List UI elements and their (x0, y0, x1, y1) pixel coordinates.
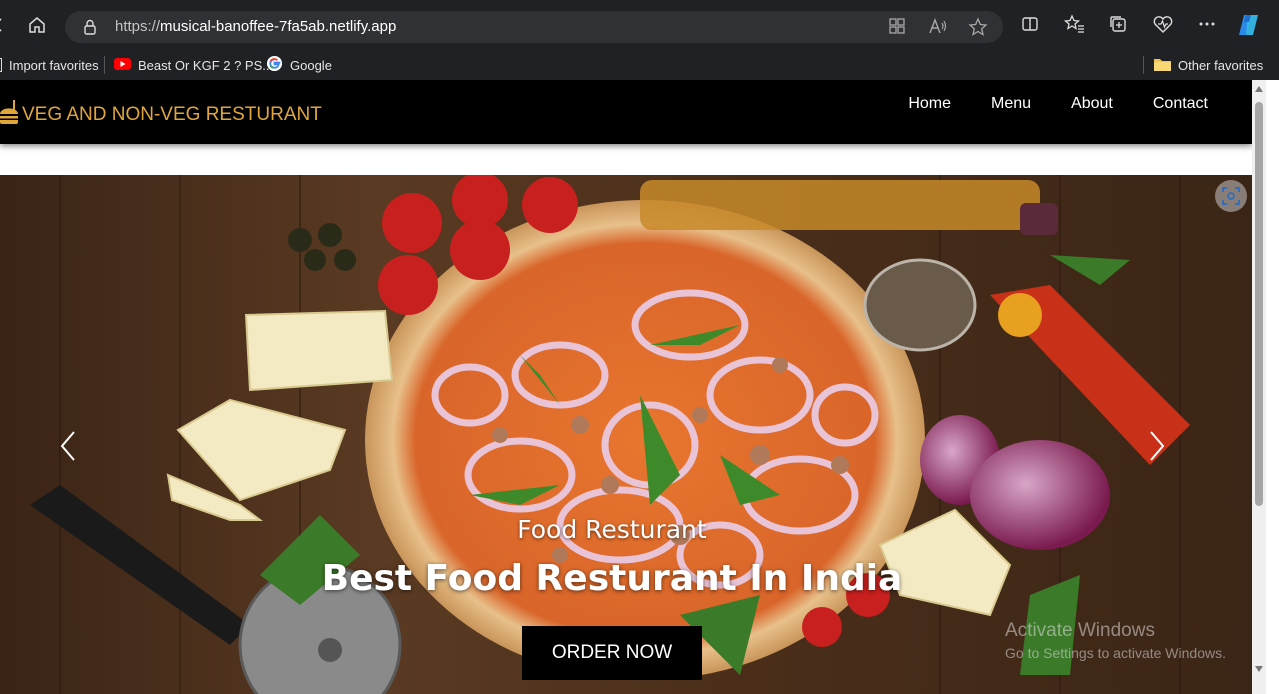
watermark-line1: Activate Windows (1005, 620, 1155, 641)
nav-home[interactable]: Home (908, 95, 951, 113)
browser-essentials-icon[interactable] (1152, 14, 1174, 36)
url-text[interactable]: https://musical-banoffee-7fa5ab.netlify.… (115, 18, 396, 35)
favorites-icon[interactable] (1063, 14, 1086, 36)
burger-food-icon (0, 100, 20, 130)
copilot-icon[interactable] (1236, 12, 1262, 38)
hero-subtitle: Food Resturant (517, 515, 707, 544)
url-prefix: https:// (115, 18, 161, 35)
split-screen-icon[interactable] (1020, 14, 1042, 36)
favorites-divider (1143, 56, 1144, 74)
favorites-bar: Import favorites Beast Or KGF 2 ? PS... … (0, 50, 1279, 80)
home-icon[interactable] (24, 12, 50, 38)
order-now-button[interactable]: ORDER NOW (522, 626, 702, 680)
google-icon (266, 55, 283, 75)
favorite-youtube[interactable]: Beast Or KGF 2 ? PS... (114, 55, 273, 75)
main-menu: Home Menu About Contact (908, 95, 1208, 113)
site-brand[interactable]: VEG AND NON-VEG RESTURANT (0, 100, 322, 130)
carousel-next-icon[interactable] (1143, 428, 1169, 464)
scroll-up-icon[interactable] (1255, 86, 1263, 92)
scroll-thumb[interactable] (1255, 102, 1263, 506)
web-page: VEG AND NON-VEG RESTURANT Home Menu Abou… (0, 80, 1252, 694)
hero-title: Best Food Resturant In India (321, 558, 903, 599)
watermark-line2: Go to Settings to activate Windows. (1005, 645, 1226, 661)
back-icon[interactable] (0, 12, 12, 38)
other-favorites-label: Other favorites (1178, 57, 1264, 73)
address-bar[interactable]: https://musical-banoffee-7fa5ab.netlify.… (65, 11, 1003, 43)
scroll-down-icon[interactable] (1255, 666, 1263, 672)
hero-food-image (0, 175, 1252, 694)
window-edge (1266, 80, 1279, 694)
carousel-prev-icon[interactable] (56, 428, 82, 464)
site-navbar: VEG AND NON-VEG RESTURANT Home Menu Abou… (0, 80, 1252, 144)
browser-toolbar: https://musical-banoffee-7fa5ab.netlify.… (0, 0, 1279, 50)
visual-search-icon[interactable] (1215, 180, 1247, 212)
app-available-icon[interactable] (888, 17, 908, 37)
nav-about[interactable]: About (1071, 95, 1113, 113)
read-aloud-icon[interactable] (928, 17, 948, 37)
brand-text: VEG AND NON-VEG RESTURANT (22, 104, 322, 125)
hero-carousel: Food Resturant Best Food Resturant In In… (0, 175, 1252, 694)
nav-contact[interactable]: Contact (1153, 95, 1208, 113)
favorite-label: Google (290, 57, 332, 73)
favorite-import[interactable]: Import favorites (0, 55, 99, 75)
windows-activation-watermark: Activate Windows Go to Settings to activ… (1005, 620, 1226, 661)
favorites-divider (104, 56, 105, 74)
favorite-label: Beast Or KGF 2 ? PS... (138, 57, 274, 73)
more-options-icon[interactable] (1197, 14, 1219, 36)
favorite-star-icon[interactable] (968, 17, 988, 37)
youtube-icon (114, 57, 131, 73)
import-icon (0, 58, 2, 72)
other-favorites[interactable]: Other favorites (1154, 55, 1263, 75)
favorite-label: Import favorites (9, 57, 99, 73)
favorite-google[interactable]: Google (266, 55, 332, 75)
page-scrollbar[interactable] (1252, 80, 1266, 694)
folder-icon (1154, 57, 1171, 74)
nav-menu[interactable]: Menu (991, 95, 1031, 113)
lock-icon[interactable] (81, 18, 99, 36)
collections-icon[interactable] (1108, 14, 1130, 36)
url-domain: musical-banoffee-7fa5ab.netlify.app (160, 18, 397, 35)
